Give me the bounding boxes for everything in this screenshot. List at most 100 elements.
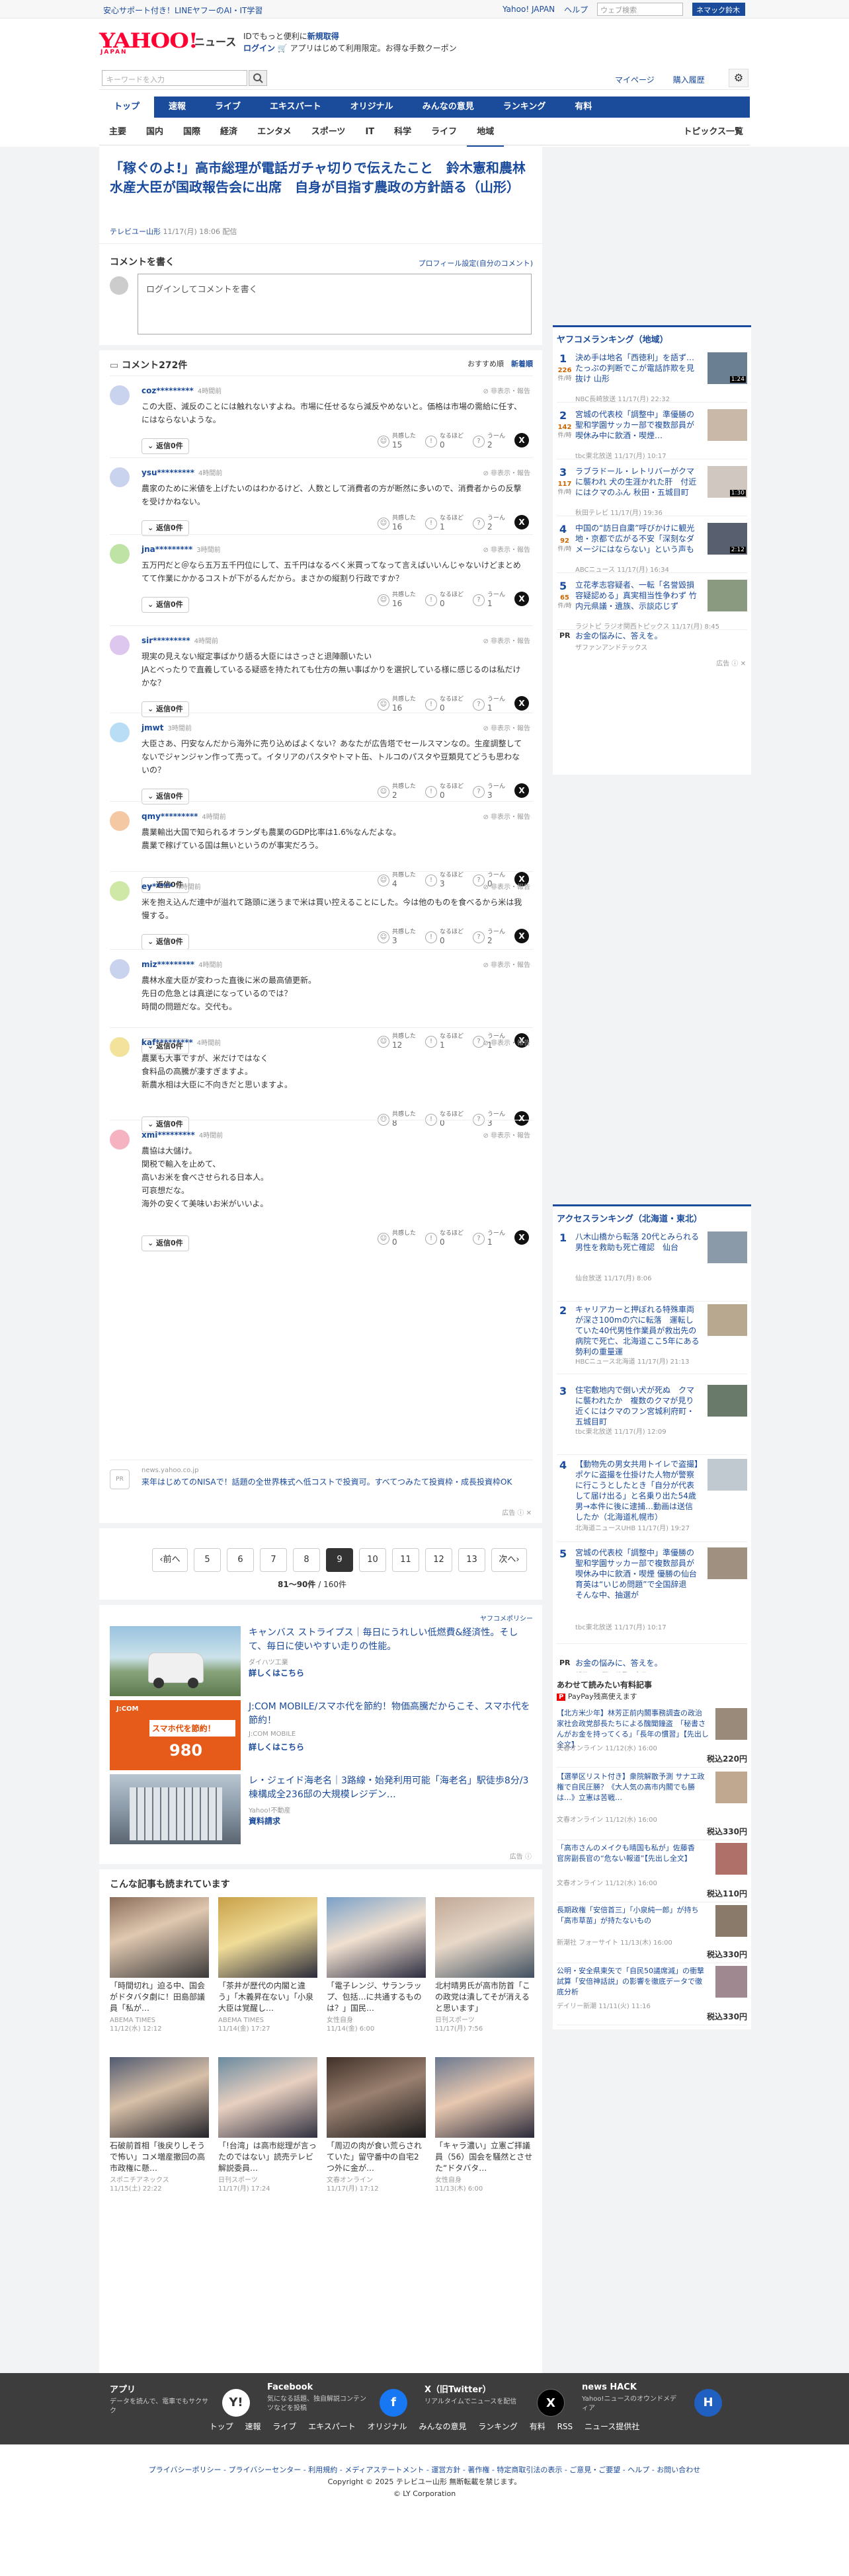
sort-newest[interactable]: 新着順 xyxy=(511,360,533,368)
uun-button[interactable]: ? うーん 1 xyxy=(472,1230,505,1247)
help-link[interactable]: ヘルプ xyxy=(564,4,588,15)
login-link[interactable]: ログイン xyxy=(243,44,275,53)
related-title[interactable]: 「周辺の肉が食い荒らされていた」留守番中の自宅2つ外に金が… xyxy=(327,2140,426,2175)
hide-report-link[interactable]: ⊘ 非表示・報告 xyxy=(483,385,530,395)
ad-realestate-more[interactable]: 資料請求 xyxy=(249,1815,280,1826)
cat-it[interactable]: IT xyxy=(355,119,384,145)
related-card[interactable]: 「茶井が歴代の内閣と違う」「木義昇在ない」「小泉大臣は覚醒し… ABEMA TIM… xyxy=(218,1897,317,2041)
username[interactable]: jmwt xyxy=(142,723,163,732)
hide-report-label[interactable]: 非表示・報告 xyxy=(491,962,530,969)
hide-report-link[interactable]: ⊘ 非表示・報告 xyxy=(483,1037,530,1047)
topics-list-link[interactable]: トピックス一覧 xyxy=(683,119,743,145)
access-title[interactable]: 宮城の代表校「調整中」準優勝の聖和学園サッカー部で複数部員が喫休み中に飲酒・喫煙… xyxy=(575,1547,701,1600)
cat-economy[interactable]: 経済 xyxy=(210,119,247,145)
app-icon[interactable]: Y! xyxy=(222,2389,250,2417)
page-5[interactable]: 5 xyxy=(194,1548,221,1572)
footer-nav-item[interactable]: ランキング xyxy=(478,2422,518,2431)
naruhodo-button[interactable]: ! なるほど 0 xyxy=(425,696,464,713)
related-title[interactable]: 「!台湾」は高市総理が言ったのではない」読売テレビ解説委員… xyxy=(218,2140,317,2175)
username[interactable]: jna********* xyxy=(142,545,192,554)
gnav-paid[interactable]: 有料 xyxy=(560,97,606,118)
footer-nav-item[interactable]: オリジナル xyxy=(368,2422,407,2431)
rank-thumbnail[interactable]: 1:24 xyxy=(708,352,747,384)
comment-username[interactable]: jmwt 3時間前 xyxy=(142,722,192,732)
related-title[interactable]: 「電子レンジ、サランラップ、包括…に共通するものは？」国民… xyxy=(327,1980,426,2015)
paid-title[interactable]: 公明・安全県東矢で「自民50議席減」の衝撃試算「安倍神話説」の影響を徹底データで… xyxy=(557,1966,709,1998)
naruhodo-button[interactable]: ! なるほど 0 xyxy=(425,433,464,449)
agree-button[interactable]: ☺ 共感した 0 xyxy=(377,1230,416,1247)
paid-title[interactable]: 長期政権「安倍首三」「小泉純一郎」が持ち「高市草苗」が持たないもの xyxy=(557,1905,709,1926)
paid-item[interactable]: 【選挙区リスト付き】衆院解散予測 サナエ政権で自民圧勝？《大人気の高市内閣でも勝… xyxy=(557,1769,747,1840)
profile-settings-link[interactable]: プロフィール設定(自分のコメント) xyxy=(419,258,533,268)
access-title[interactable]: 住宅敷地内で倒い犬が死ぬ クマに襲われたか 複数のクマが見り近くにはクマのフン宮… xyxy=(575,1385,701,1427)
access-item[interactable]: 3 住宅敷地内で倒い犬が死ぬ クマに襲われたか 複数のクマが見り近くにはクマのフン… xyxy=(557,1382,747,1455)
related-card[interactable]: 「キャラ濃い」立憲ご拝議員（56）国会を騒然とさせた“ドタバタ… 女性自身 11/1… xyxy=(435,2057,534,2201)
naruhodo-button[interactable]: ! なるほど 0 xyxy=(425,1230,464,1247)
username[interactable]: qmy********* xyxy=(142,812,198,821)
comment-username[interactable]: coz********* 4時間前 xyxy=(142,385,222,395)
gnav-live[interactable]: ライブ xyxy=(200,97,255,118)
agree-button[interactable]: ☺ 共感した 3 xyxy=(377,929,416,945)
cat-world[interactable]: 国際 xyxy=(173,119,210,145)
hide-report-label[interactable]: 非表示・報告 xyxy=(491,725,530,732)
reply-count[interactable]: 返信0件 xyxy=(156,792,183,800)
rank-title[interactable]: ラブラドール・レトリバーがクマに襲われ 犬の生涯かれた肝 付近にはクマのふん 秋… xyxy=(575,466,701,498)
hide-report-link[interactable]: ⊘ 非表示・報告 xyxy=(483,959,530,969)
hide-report-label[interactable]: 非表示・報告 xyxy=(491,547,530,554)
agree-button[interactable]: ☺ 共感した 2 xyxy=(377,783,416,800)
agree-button[interactable]: ☺ 共感した 16 xyxy=(377,592,416,608)
ad-mobile[interactable]: J:COM スマホ代を節約！ 980 J:COM MOBILE/スマホ代を節約！… xyxy=(110,1700,533,1772)
ad-car-more[interactable]: 詳しくはこちら xyxy=(249,1667,304,1678)
reply-button[interactable]: ⌄ 返信0件 xyxy=(142,438,189,454)
ranking-item[interactable]: 3 117 件/時 ラブラドール・レトリバーがクマに襲われ 犬の生涯かれた肝 付近には… xyxy=(557,463,747,517)
paid-title[interactable]: 「高市さんのメイクも晴国も私が」佐藤香 官房副長官の“危ない報道”【先出し全文】 xyxy=(557,1843,709,1864)
paid-item[interactable]: 長期政権「安倍首三」「小泉純一郎」が持ち「高市草苗」が持たないもの 新潮社 フォー… xyxy=(557,1902,747,1963)
related-title[interactable]: 北村晴男氏が高市防首「この政党は潰してそが消えると思います」 xyxy=(435,1980,534,2015)
footer-app[interactable]: X（旧Twitter） リアルタイムでニュースを配信 X xyxy=(425,2382,578,2419)
app-icon[interactable]: X xyxy=(537,2389,565,2417)
footer-nav-item[interactable]: RSS xyxy=(557,2422,573,2431)
uun-button[interactable]: ? うーん 2 xyxy=(472,515,505,531)
footer-nav-item[interactable]: ライブ xyxy=(272,2422,296,2431)
x-share-icon[interactable]: X xyxy=(514,1230,529,1245)
ad-car[interactable]: キャンバス ストライプス｜毎日にうれしい低燃費&経済性。そして、毎日に使いやすい… xyxy=(110,1626,533,1698)
access-title[interactable]: キャリアカーと押ぼれる特殊車両が深さ100mの穴に転落 運転していた40代男性作… xyxy=(575,1304,701,1357)
cat-local[interactable]: 地域 xyxy=(467,119,505,147)
gnav-breaking[interactable]: 速報 xyxy=(154,97,200,118)
comment-username[interactable]: miz********* 4時間前 xyxy=(142,959,222,969)
page-7[interactable]: 7 xyxy=(260,1548,287,1572)
footer-nav-item[interactable]: エキスパート xyxy=(308,2422,356,2431)
yahoo-japan-link[interactable]: Yahoo! JAPAN xyxy=(503,5,555,14)
footer-app[interactable]: Facebook 気になる話題、独自解説コンテンツなどを投稿 f xyxy=(267,2382,421,2419)
hide-report-link[interactable]: ⊘ 非表示・報告 xyxy=(483,544,530,554)
rank-title[interactable]: 中国の“訪日自粛”呼びかけに観光地・京都で広がる不安「深刻なダメージにはならない… xyxy=(575,523,701,555)
reply-count[interactable]: 返信0件 xyxy=(156,937,183,946)
access-thumbnail[interactable] xyxy=(708,1304,747,1336)
access-item[interactable]: 4 【動物先の男女共用トイレで盗撮】ポケに盗撮を仕掛けた人物が警察に行こうとしたと… xyxy=(557,1456,747,1542)
reply-count[interactable]: 返信0件 xyxy=(156,442,183,450)
mypage-link[interactable]: マイページ xyxy=(615,74,655,85)
ranking-pr[interactable]: PR お金の悩みに、答えを。 ザファンアンドテックス xyxy=(557,629,747,655)
app-icon[interactable]: H xyxy=(694,2389,722,2417)
reply-count[interactable]: 返信0件 xyxy=(156,1239,183,1247)
web-search-input[interactable]: ウェブ検索 xyxy=(597,3,684,16)
access-item[interactable]: 5 宮城の代表校「調整中」準優勝の聖和学園サッカー部で複数部員が喫休み中に飲酒・喫… xyxy=(557,1545,747,1644)
hide-report-label[interactable]: 非表示・報告 xyxy=(491,1132,530,1140)
cat-entertainment[interactable]: エンタメ xyxy=(247,119,302,145)
footer-app[interactable]: news HACK Yahoo!ニュースのオウンドメディア H xyxy=(582,2382,735,2419)
ad-realestate-title[interactable]: レ・ジェイド海老名｜3路線・始発利用可能「海老名」駅徒歩8分/3棟構成全236邸… xyxy=(249,1774,533,1802)
footer-nav-item[interactable]: トップ xyxy=(210,2422,233,2431)
reply-button[interactable]: ⌄ 返信0件 xyxy=(142,597,189,613)
rank-thumbnail[interactable] xyxy=(708,409,747,441)
access-item[interactable]: 1 八木山橋から転落 20代とみられる男性を救助も死亡確認 仙台 仙台放送 11/1… xyxy=(557,1229,747,1302)
cat-sports[interactable]: スポーツ xyxy=(302,119,356,145)
paid-item[interactable]: 【北方米少年】林芳正前内閣事務調査の政治家社会政党部長たちによる醜聞鐘盗 「秘書… xyxy=(557,1705,747,1768)
comment-username[interactable]: kaf********* 4時間前 xyxy=(142,1037,221,1047)
related-card[interactable]: 北村晴男氏が高市防首「この政党は潰してそが消えると思います」 日刊スポーツ 11/1… xyxy=(435,1897,534,2041)
page-8[interactable]: 8 xyxy=(293,1548,320,1572)
footer-nav-item[interactable]: ニュース提供社 xyxy=(585,2422,639,2431)
related-title[interactable]: 「キャラ濃い」立憲ご拝議員（56）国会を騒然とさせた“ドタバタ… xyxy=(435,2140,534,2175)
access-title[interactable]: 八木山橋から転落 20代とみられる男性を救助も死亡確認 仙台 xyxy=(575,1231,701,1253)
sort-recommended[interactable]: おすすめ順 xyxy=(467,360,504,368)
reply-count[interactable]: 返信0件 xyxy=(156,524,183,532)
